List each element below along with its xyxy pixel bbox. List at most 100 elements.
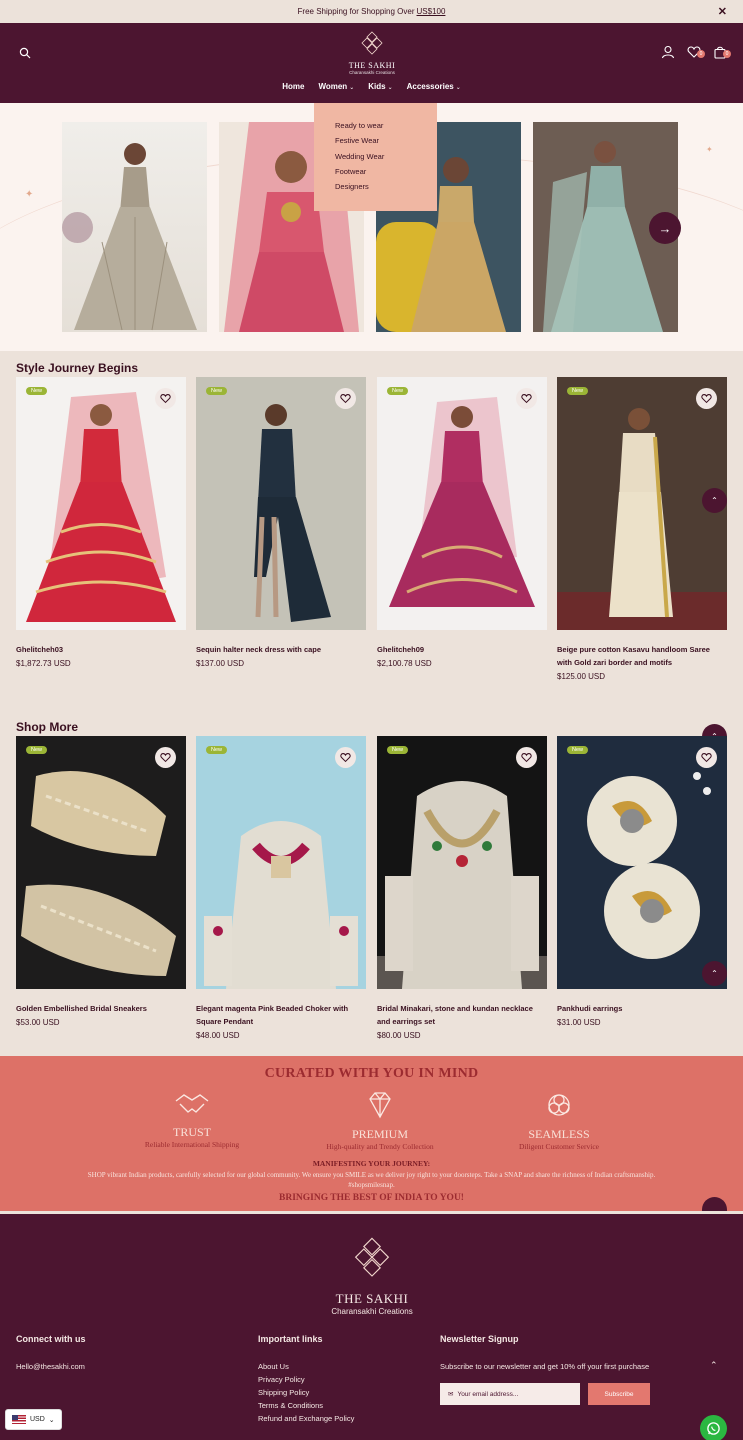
product-name[interactable]: Ghelitcheh03 bbox=[16, 643, 186, 656]
feature-trust: TRUST Reliable International Shipping bbox=[117, 1091, 267, 1149]
footer-links: Important links About Us Privacy Policy … bbox=[258, 1334, 354, 1425]
connect-title: Connect with us bbox=[16, 1334, 86, 1344]
currency-selector[interactable]: USD ⌄ bbox=[5, 1409, 62, 1430]
product-card[interactable]: New Bridal Minakari, stone and kundan ne… bbox=[377, 736, 547, 1043]
dropdown-item[interactable]: Footwear bbox=[335, 167, 437, 182]
product-image[interactable]: New bbox=[377, 736, 547, 989]
footer-link-terms[interactable]: Terms & Conditions bbox=[258, 1399, 354, 1412]
footer-link-privacy[interactable]: Privacy Policy bbox=[258, 1373, 354, 1386]
product-image[interactable]: New bbox=[16, 377, 186, 630]
chevron-down-icon: ⌄ bbox=[48, 1416, 55, 1424]
nav-label: Women bbox=[318, 82, 348, 91]
footer-brand-tagline: Charansakhi Creations bbox=[331, 1307, 413, 1316]
product-name[interactable]: Ghelitcheh09 bbox=[377, 643, 547, 656]
product-card[interactable]: New Sequin halter neck dress with cape $… bbox=[196, 377, 366, 671]
product-card[interactable]: New Golden Embellished Bridal Sneakers $… bbox=[16, 736, 186, 1030]
heart-icon bbox=[701, 394, 712, 404]
product-price: $137.00 USD bbox=[196, 659, 245, 668]
subscribe-button[interactable]: Subscribe bbox=[588, 1383, 650, 1405]
product-name[interactable]: Beige pure cotton Kasavu handloom Saree … bbox=[557, 643, 727, 669]
product-card[interactable]: New Pankhudi earrings $31.00 USD bbox=[557, 736, 727, 1030]
sparkle-icon: ✦ bbox=[25, 189, 34, 200]
scroll-up-button[interactable]: ⌃ bbox=[702, 961, 727, 986]
carousel-next-button[interactable]: → bbox=[649, 212, 681, 244]
product-image[interactable]: New bbox=[196, 377, 366, 630]
wishlist-button[interactable]: 0 bbox=[687, 45, 705, 59]
search-icon[interactable] bbox=[19, 47, 31, 59]
footer-connect: Connect with us Hello@thesakhi.com bbox=[16, 1334, 86, 1373]
product-name[interactable]: Pankhudi earrings bbox=[557, 1002, 727, 1015]
wishlist-button[interactable] bbox=[155, 388, 176, 409]
double-chevron-up-icon: ⌃ bbox=[711, 496, 718, 505]
wishlist-button[interactable] bbox=[516, 747, 537, 768]
nav-accessories[interactable]: Accessories ⌄ bbox=[407, 82, 461, 91]
nav-women[interactable]: Women ⌄ bbox=[318, 82, 354, 91]
dropdown-item[interactable]: Ready to wear bbox=[335, 121, 437, 136]
curated-banner: CURATED WITH YOU IN MIND TRUST Reliable … bbox=[0, 1056, 743, 1211]
footer-link-refund[interactable]: Refund and Exchange Policy bbox=[258, 1412, 354, 1425]
new-badge: New bbox=[387, 387, 409, 395]
product-price: $31.00 USD bbox=[557, 1018, 601, 1027]
dropdown-item[interactable]: Wedding Wear bbox=[335, 152, 437, 167]
product-card[interactable]: New Ghelitcheh09 $2,100.78 USD bbox=[377, 377, 547, 671]
product-image[interactable]: New bbox=[196, 736, 366, 989]
product-price: $125.00 USD bbox=[557, 672, 606, 681]
us-flag-icon bbox=[12, 1415, 26, 1424]
double-chevron-up-icon: ⌃ bbox=[711, 969, 718, 978]
brand-logo[interactable]: THE SAKHI Charansakhi Creations bbox=[345, 31, 399, 75]
hashtag-text: #shopsmilesnap. bbox=[348, 1181, 395, 1189]
heart-icon bbox=[160, 394, 171, 404]
whatsapp-button[interactable] bbox=[700, 1415, 727, 1440]
account-icon[interactable] bbox=[661, 45, 675, 59]
carousel-prev-button[interactable] bbox=[62, 212, 93, 243]
product-image[interactable]: New bbox=[557, 736, 727, 989]
wishlist-button[interactable] bbox=[516, 388, 537, 409]
product-card[interactable]: New Beige pure cotton Kasavu handloom Sa… bbox=[557, 377, 727, 684]
dropdown-item[interactable]: Festive Wear bbox=[335, 136, 437, 151]
product-card[interactable]: New Ghelitcheh03 $1,872.73 USD bbox=[16, 377, 186, 671]
new-badge: New bbox=[206, 387, 228, 395]
wishlist-button[interactable] bbox=[696, 388, 717, 409]
brand-tagline: Charansakhi Creations bbox=[349, 70, 395, 75]
cart-button[interactable]: 0 bbox=[713, 45, 731, 59]
product-image[interactable]: New bbox=[377, 377, 547, 630]
wishlist-button[interactable] bbox=[335, 388, 356, 409]
nav-kids[interactable]: Kids ⌄ bbox=[368, 82, 392, 91]
announcement-link[interactable]: US$100 bbox=[417, 7, 446, 16]
wishlist-button[interactable] bbox=[155, 747, 176, 768]
close-icon[interactable]: ✕ bbox=[718, 5, 727, 18]
product-image[interactable]: New bbox=[16, 736, 186, 989]
footer-logo[interactable]: THE SAKHI Charansakhi Creations bbox=[310, 1234, 434, 1316]
heart-icon bbox=[521, 753, 532, 763]
heart-icon bbox=[521, 394, 532, 404]
announcement-text: Free Shipping for Shopping Over bbox=[297, 7, 415, 16]
new-badge: New bbox=[567, 746, 589, 754]
new-badge: New bbox=[26, 387, 48, 395]
knot-icon bbox=[548, 1094, 570, 1116]
product-name[interactable]: Sequin halter neck dress with cape bbox=[196, 643, 366, 656]
site-footer: THE SAKHI Charansakhi Creations Connect … bbox=[0, 1214, 743, 1440]
product-card[interactable]: New Elegant magenta Pink Beaded Choker w… bbox=[196, 736, 366, 1043]
nav-home[interactable]: Home bbox=[282, 82, 304, 91]
footer-link-shipping[interactable]: Shipping Policy bbox=[258, 1386, 354, 1399]
footer-link-about[interactable]: About Us bbox=[258, 1360, 354, 1373]
scroll-up-button[interactable]: ⌃ bbox=[702, 488, 727, 513]
diamond-icon bbox=[369, 1092, 391, 1119]
scroll-top-icon[interactable]: ⌃ bbox=[710, 1360, 718, 1371]
arrow-right-icon: → bbox=[658, 220, 672, 236]
dropdown-item[interactable]: Designers bbox=[335, 182, 437, 197]
announcement-bar: Free Shipping for Shopping Over US$100 ✕ bbox=[0, 0, 743, 23]
product-price: $53.00 USD bbox=[16, 1018, 60, 1027]
feature-subtitle: High-quality and Trendy Collection bbox=[326, 1142, 434, 1151]
wishlist-button[interactable] bbox=[335, 747, 356, 768]
product-name[interactable]: Bridal Minakari, stone and kundan neckla… bbox=[377, 1002, 547, 1028]
sparkle-icon: ✦ bbox=[706, 145, 713, 154]
product-name[interactable]: Golden Embellished Bridal Sneakers bbox=[16, 1002, 186, 1015]
mail-icon: ✉ bbox=[448, 1391, 454, 1398]
wishlist-button[interactable] bbox=[696, 747, 717, 768]
newsletter-email-input[interactable]: ✉ Your email address... bbox=[440, 1383, 580, 1405]
product-name[interactable]: Elegant magenta Pink Beaded Choker with … bbox=[196, 1002, 366, 1028]
nav-label: Kids bbox=[368, 82, 386, 91]
contact-email[interactable]: Hello@thesakhi.com bbox=[16, 1360, 86, 1373]
heart-icon bbox=[160, 753, 171, 763]
